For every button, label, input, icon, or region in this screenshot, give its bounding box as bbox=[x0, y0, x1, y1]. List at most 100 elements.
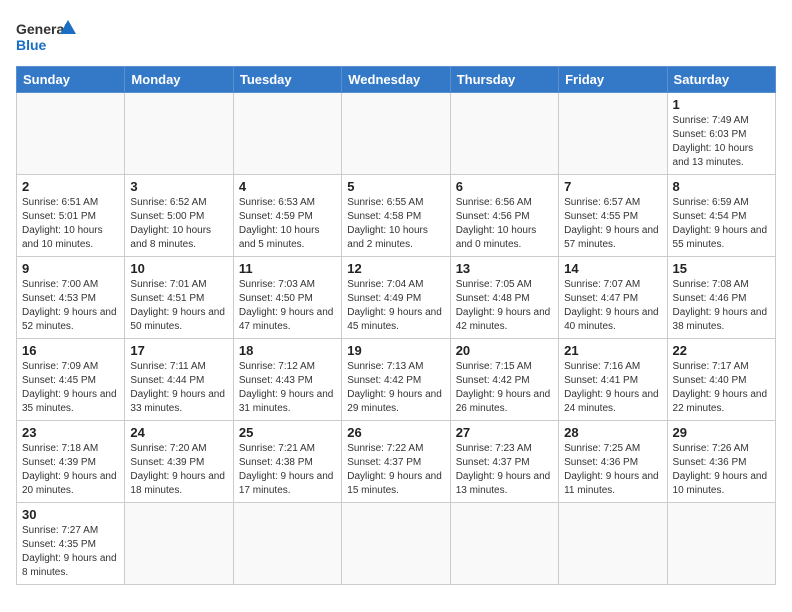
day-header-thursday: Thursday bbox=[450, 67, 558, 93]
calendar-cell: 1 Sunrise: 7:49 AMSunset: 6:03 PMDaylight… bbox=[667, 93, 775, 175]
calendar-cell: 17 Sunrise: 7:11 AMSunset: 4:44 PMDayligh… bbox=[125, 339, 233, 421]
calendar-cell: 25 Sunrise: 7:21 AMSunset: 4:38 PMDayligh… bbox=[233, 421, 341, 503]
cell-content: Sunrise: 7:08 AMSunset: 4:46 PMDaylight:… bbox=[673, 278, 770, 334]
calendar-cell: 21 Sunrise: 7:16 AMSunset: 4:41 PMDayligh… bbox=[559, 339, 667, 421]
svg-text:Blue: Blue bbox=[16, 37, 47, 53]
cell-content: Sunrise: 7:15 AMSunset: 4:42 PMDaylight:… bbox=[456, 360, 553, 416]
calendar-cell: 11 Sunrise: 7:03 AMSunset: 4:50 PMDayligh… bbox=[233, 257, 341, 339]
day-number: 3 bbox=[130, 179, 227, 194]
calendar-cell bbox=[233, 503, 341, 585]
calendar-cell: 19Sunrise: 7:13 AMSunset: 4:42 PMDayligh… bbox=[342, 339, 450, 421]
cell-content: Sunrise: 6:51 AMSunset: 5:01 PMDaylight:… bbox=[22, 196, 119, 252]
day-number: 22 bbox=[673, 343, 770, 358]
calendar-cell: 9 Sunrise: 7:00 AMSunset: 4:53 PMDaylight… bbox=[17, 257, 125, 339]
day-number: 12 bbox=[347, 261, 444, 276]
day-header-friday: Friday bbox=[559, 67, 667, 93]
calendar-cell bbox=[342, 503, 450, 585]
day-number: 2 bbox=[22, 179, 119, 194]
cell-content: Sunrise: 7:07 AMSunset: 4:47 PMDaylight:… bbox=[564, 278, 661, 334]
cell-content: Sunrise: 7:22 AMSunset: 4:37 PMDaylight:… bbox=[347, 442, 444, 498]
cell-content: Sunrise: 7:03 AMSunset: 4:50 PMDaylight:… bbox=[239, 278, 336, 334]
calendar-cell: 15 Sunrise: 7:08 AMSunset: 4:46 PMDayligh… bbox=[667, 257, 775, 339]
week-row-2: 2 Sunrise: 6:51 AMSunset: 5:01 PMDaylight… bbox=[17, 175, 776, 257]
cell-content: Sunrise: 7:11 AMSunset: 4:44 PMDaylight:… bbox=[130, 360, 227, 416]
day-header-monday: Monday bbox=[125, 67, 233, 93]
calendar-cell: 2 Sunrise: 6:51 AMSunset: 5:01 PMDaylight… bbox=[17, 175, 125, 257]
day-number: 8 bbox=[673, 179, 770, 194]
day-number: 18 bbox=[239, 343, 336, 358]
day-number: 7 bbox=[564, 179, 661, 194]
day-number: 19 bbox=[347, 343, 444, 358]
day-header-sunday: Sunday bbox=[17, 67, 125, 93]
calendar-cell: 29 Sunrise: 7:26 AMSunset: 4:36 PMDayligh… bbox=[667, 421, 775, 503]
logo: General Blue bbox=[16, 16, 76, 56]
day-number: 14 bbox=[564, 261, 661, 276]
day-number: 21 bbox=[564, 343, 661, 358]
day-number: 13 bbox=[456, 261, 553, 276]
calendar-cell: 24Sunrise: 7:20 AMSunset: 4:39 PMDayligh… bbox=[125, 421, 233, 503]
calendar-cell: 3Sunrise: 6:52 AMSunset: 5:00 PMDaylight… bbox=[125, 175, 233, 257]
day-number: 17 bbox=[130, 343, 227, 358]
calendar-cell: 30 Sunrise: 7:27 AMSunset: 4:35 PMDayligh… bbox=[17, 503, 125, 585]
calendar-cell bbox=[233, 93, 341, 175]
cell-content: Sunrise: 7:05 AMSunset: 4:48 PMDaylight:… bbox=[456, 278, 553, 334]
cell-content: Sunrise: 7:18 AMSunset: 4:39 PMDaylight:… bbox=[22, 442, 119, 498]
calendar-cell: 20 Sunrise: 7:15 AMSunset: 4:42 PMDayligh… bbox=[450, 339, 558, 421]
day-number: 25 bbox=[239, 425, 336, 440]
calendar-cell: 16Sunrise: 7:09 AMSunset: 4:45 PMDayligh… bbox=[17, 339, 125, 421]
day-header-tuesday: Tuesday bbox=[233, 67, 341, 93]
calendar-cell bbox=[450, 503, 558, 585]
calendar-cell: 5Sunrise: 6:55 AMSunset: 4:58 PMDaylight… bbox=[342, 175, 450, 257]
calendar-cell bbox=[342, 93, 450, 175]
day-number: 1 bbox=[673, 97, 770, 112]
week-row-5: 23 Sunrise: 7:18 AMSunset: 4:39 PMDayligh… bbox=[17, 421, 776, 503]
calendar-cell: 27Sunrise: 7:23 AMSunset: 4:37 PMDayligh… bbox=[450, 421, 558, 503]
cell-content: Sunrise: 7:21 AMSunset: 4:38 PMDaylight:… bbox=[239, 442, 336, 498]
day-number: 9 bbox=[22, 261, 119, 276]
calendar-cell: 8 Sunrise: 6:59 AMSunset: 4:54 PMDaylight… bbox=[667, 175, 775, 257]
calendar-cell bbox=[450, 93, 558, 175]
day-number: 28 bbox=[564, 425, 661, 440]
day-number: 6 bbox=[456, 179, 553, 194]
calendar-cell bbox=[559, 93, 667, 175]
day-header-wednesday: Wednesday bbox=[342, 67, 450, 93]
cell-content: Sunrise: 6:55 AMSunset: 4:58 PMDaylight:… bbox=[347, 196, 444, 252]
day-number: 24 bbox=[130, 425, 227, 440]
day-number: 29 bbox=[673, 425, 770, 440]
day-number: 4 bbox=[239, 179, 336, 194]
cell-content: Sunrise: 7:49 AMSunset: 6:03 PMDaylight:… bbox=[673, 114, 770, 170]
week-row-1: 1 Sunrise: 7:49 AMSunset: 6:03 PMDaylight… bbox=[17, 93, 776, 175]
calendar-cell: 4Sunrise: 6:53 AMSunset: 4:59 PMDaylight… bbox=[233, 175, 341, 257]
day-number: 11 bbox=[239, 261, 336, 276]
calendar-cell: 22Sunrise: 7:17 AMSunset: 4:40 PMDayligh… bbox=[667, 339, 775, 421]
cell-content: Sunrise: 6:56 AMSunset: 4:56 PMDaylight:… bbox=[456, 196, 553, 252]
page-header: General Blue bbox=[16, 16, 776, 56]
calendar-cell bbox=[125, 503, 233, 585]
calendar-cell: 18 Sunrise: 7:12 AMSunset: 4:43 PMDayligh… bbox=[233, 339, 341, 421]
calendar-cell: 23 Sunrise: 7:18 AMSunset: 4:39 PMDayligh… bbox=[17, 421, 125, 503]
cell-content: Sunrise: 6:59 AMSunset: 4:54 PMDaylight:… bbox=[673, 196, 770, 252]
week-row-4: 16Sunrise: 7:09 AMSunset: 4:45 PMDayligh… bbox=[17, 339, 776, 421]
calendar-cell: 28Sunrise: 7:25 AMSunset: 4:36 PMDayligh… bbox=[559, 421, 667, 503]
cell-content: Sunrise: 7:00 AMSunset: 4:53 PMDaylight:… bbox=[22, 278, 119, 334]
day-number: 30 bbox=[22, 507, 119, 522]
logo-svg: General Blue bbox=[16, 16, 76, 56]
svg-text:General: General bbox=[16, 21, 68, 37]
day-number: 10 bbox=[130, 261, 227, 276]
cell-content: Sunrise: 7:12 AMSunset: 4:43 PMDaylight:… bbox=[239, 360, 336, 416]
day-number: 15 bbox=[673, 261, 770, 276]
calendar-cell bbox=[17, 93, 125, 175]
cell-content: Sunrise: 7:23 AMSunset: 4:37 PMDaylight:… bbox=[456, 442, 553, 498]
day-number: 20 bbox=[456, 343, 553, 358]
day-number: 26 bbox=[347, 425, 444, 440]
cell-content: Sunrise: 7:26 AMSunset: 4:36 PMDaylight:… bbox=[673, 442, 770, 498]
day-number: 23 bbox=[22, 425, 119, 440]
cell-content: Sunrise: 7:16 AMSunset: 4:41 PMDaylight:… bbox=[564, 360, 661, 416]
calendar-cell: 10 Sunrise: 7:01 AMSunset: 4:51 PMDayligh… bbox=[125, 257, 233, 339]
day-number: 16 bbox=[22, 343, 119, 358]
week-row-3: 9 Sunrise: 7:00 AMSunset: 4:53 PMDaylight… bbox=[17, 257, 776, 339]
calendar-cell bbox=[559, 503, 667, 585]
cell-content: Sunrise: 7:01 AMSunset: 4:51 PMDaylight:… bbox=[130, 278, 227, 334]
calendar-cell bbox=[667, 503, 775, 585]
cell-content: Sunrise: 7:27 AMSunset: 4:35 PMDaylight:… bbox=[22, 524, 119, 580]
